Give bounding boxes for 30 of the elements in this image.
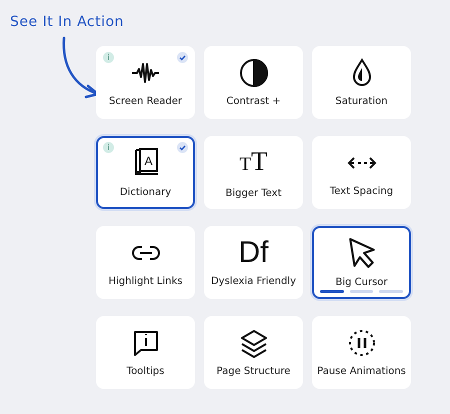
tile-label: Dyslexia Friendly xyxy=(210,276,296,287)
tile-label: Text Spacing xyxy=(330,186,394,197)
tile-label: Dictionary xyxy=(120,187,172,198)
tile-label: Bigger Text xyxy=(225,188,282,199)
feature-tile[interactable]: i Screen Reader xyxy=(96,46,195,119)
feature-tile[interactable]: i A Dictionary xyxy=(96,136,195,209)
feature-tile[interactable]: Text Spacing xyxy=(312,136,411,209)
feature-tile[interactable]: Df Dyslexia Friendly xyxy=(204,226,303,299)
feature-tile[interactable]: TT Bigger Text xyxy=(204,136,303,209)
feature-tile[interactable]: Page Structure xyxy=(204,316,303,389)
layers-icon xyxy=(238,328,268,358)
handwritten-heading: See It In Action xyxy=(10,14,124,30)
tile-label: Highlight Links xyxy=(108,276,182,287)
tile-label: Big Cursor xyxy=(335,277,388,288)
tile-label: Pause Animations xyxy=(317,366,406,377)
feature-tile[interactable]: Tooltips xyxy=(96,316,195,389)
tile-label: Page Structure xyxy=(216,366,290,377)
feature-tile[interactable]: Big Cursor xyxy=(312,226,411,299)
dyslexia-icon: Df xyxy=(238,238,268,268)
feature-tile[interactable]: Saturation xyxy=(312,46,411,119)
tile-label: Contrast + xyxy=(226,96,281,107)
tile-label: Screen Reader xyxy=(109,96,182,107)
text-size-icon: TT xyxy=(239,146,268,180)
contrast-icon xyxy=(238,58,268,88)
pause-circle-icon xyxy=(346,328,376,358)
feature-tile[interactable]: Pause Animations xyxy=(312,316,411,389)
feature-tile[interactable]: Highlight Links xyxy=(96,226,195,299)
tile-label: Tooltips xyxy=(126,366,164,377)
tile-label: Saturation xyxy=(335,96,388,107)
feature-tile[interactable]: Contrast + xyxy=(204,46,303,119)
